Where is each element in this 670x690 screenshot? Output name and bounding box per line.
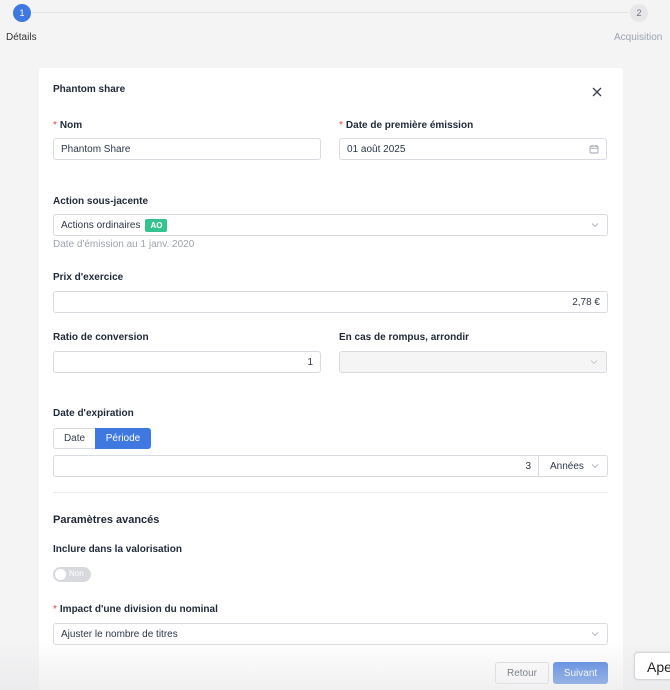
chevron-down-icon bbox=[590, 629, 600, 639]
required-marker: * bbox=[53, 604, 57, 615]
impact-division-label: * Impact d'une division du nominal bbox=[53, 604, 218, 615]
impact-division-value: Ajuster le nombre de titres bbox=[61, 628, 178, 640]
arrondi-label: En cas de rompus, arrondir bbox=[339, 332, 470, 343]
expiration-date-option[interactable]: Date bbox=[53, 428, 96, 449]
close-icon[interactable] bbox=[590, 85, 604, 99]
required-marker: * bbox=[53, 120, 57, 131]
prix-exercice-value: 2,78 € bbox=[572, 296, 600, 308]
section-divider bbox=[53, 492, 608, 493]
expiration-periode-option[interactable]: Période bbox=[95, 428, 151, 449]
nom-input[interactable]: Phantom Share bbox=[53, 138, 321, 160]
stepper: 1 Détails 2 Acquisition bbox=[0, 0, 670, 60]
prix-exercice-label: Prix d'exercice bbox=[53, 272, 124, 283]
step-2-label[interactable]: Acquisition bbox=[614, 32, 662, 43]
chevron-down-icon bbox=[590, 220, 600, 230]
action-type-badge: AO bbox=[145, 218, 168, 232]
advanced-section-title: Paramètres avancés bbox=[53, 514, 160, 526]
ratio-conversion-input[interactable]: 1 bbox=[53, 351, 321, 373]
back-button[interactable]: Retour bbox=[495, 662, 549, 684]
date-emission-label: * Date de première émission bbox=[339, 120, 473, 131]
form-title: Phantom share bbox=[53, 84, 126, 95]
expiration-duration-value: 3 bbox=[525, 460, 531, 472]
form-card: Phantom share * Nom Phantom Share * Date d… bbox=[39, 68, 623, 690]
arrondi-select[interactable] bbox=[339, 351, 607, 373]
ratio-conversion-value: 1 bbox=[307, 356, 313, 368]
required-marker: * bbox=[339, 120, 343, 131]
calendar-icon[interactable] bbox=[589, 144, 599, 154]
stepper-line bbox=[32, 12, 628, 13]
valorisation-label: Inclure dans la valorisation bbox=[53, 544, 182, 555]
action-sous-jacente-hint: Date d'émission au 1 janv. 2020 bbox=[53, 239, 195, 250]
nom-value: Phantom Share bbox=[61, 143, 131, 155]
date-emission-value: 01 août 2025 bbox=[347, 143, 406, 155]
step-1-label[interactable]: Détails bbox=[6, 32, 37, 43]
chevron-down-icon bbox=[590, 461, 600, 471]
action-sous-jacente-label: Action sous-jacente bbox=[53, 196, 149, 207]
expiration-unit-select[interactable]: Années bbox=[538, 455, 608, 477]
toggle-knob bbox=[55, 569, 66, 580]
action-sous-jacente-value: Actions ordinaires bbox=[61, 219, 141, 231]
expiration-duration-input[interactable]: 3 bbox=[53, 455, 539, 477]
date-emission-input[interactable]: 01 août 2025 bbox=[339, 138, 607, 160]
prix-exercice-input[interactable]: 2,78 € bbox=[53, 291, 608, 313]
chevron-down-icon bbox=[589, 357, 599, 367]
peek-popup[interactable]: Ape bbox=[634, 652, 670, 680]
impact-division-select[interactable]: Ajuster le nombre de titres bbox=[53, 623, 608, 645]
action-sous-jacente-select[interactable]: Actions ordinaires AO bbox=[53, 214, 608, 236]
next-button[interactable]: Suivant bbox=[553, 662, 608, 684]
date-emission-label-text: Date de première émission bbox=[345, 120, 474, 131]
nom-label: * Nom bbox=[53, 120, 82, 131]
ratio-conversion-label: Ratio de conversion bbox=[53, 332, 149, 343]
toggle-text: Non bbox=[69, 569, 84, 578]
impact-division-label-text: Impact d'une division du nominal bbox=[59, 604, 218, 615]
date-expiration-label: Date d'expiration bbox=[53, 408, 134, 419]
step-2-indicator[interactable]: 2 bbox=[630, 4, 648, 22]
step-1-indicator[interactable]: 1 bbox=[13, 4, 31, 22]
nom-label-text: Nom bbox=[59, 120, 83, 131]
valorisation-toggle[interactable]: Non bbox=[53, 567, 91, 582]
expiration-unit-value: Années bbox=[550, 460, 584, 472]
